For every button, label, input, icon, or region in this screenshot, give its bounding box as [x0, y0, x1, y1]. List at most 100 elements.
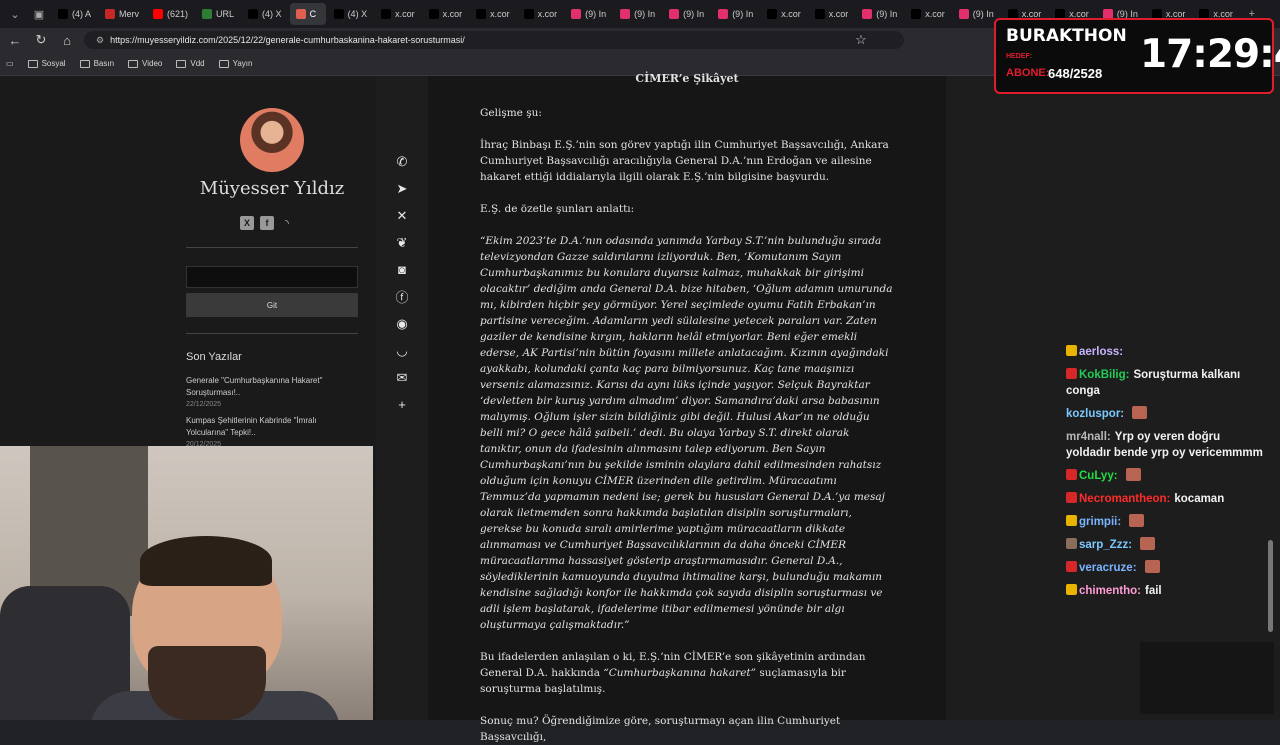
chat-emote-icon: [1140, 537, 1156, 550]
more-icon[interactable]: +: [390, 391, 414, 418]
tab-label: (9) In: [634, 9, 656, 19]
browser-tab[interactable]: x.cor: [375, 3, 421, 25]
facebook-icon[interactable]: f: [260, 216, 274, 230]
chat-emote-icon: [1125, 468, 1141, 481]
bookmark-vdd[interactable]: Vdd: [176, 59, 205, 68]
tab-label: (9) In: [876, 9, 898, 19]
alert-widget: [1140, 642, 1274, 714]
chat-badge-icon: [1066, 538, 1077, 549]
tab-label: x.cor: [537, 9, 558, 19]
author-avatar[interactable]: [240, 108, 304, 172]
social-links: X f ◝: [240, 216, 294, 230]
browser-tab[interactable]: (4) A: [52, 3, 97, 25]
bookmark-basin[interactable]: Basın: [79, 59, 114, 68]
browser-tab[interactable]: (4) X: [242, 3, 288, 25]
tab-label: (9) In: [585, 9, 607, 19]
workspaces-icon[interactable]: ▣: [28, 3, 50, 25]
browser-tab[interactable]: (9) In: [565, 3, 612, 25]
bluesky-icon[interactable]: ❦: [390, 229, 414, 256]
mastodon-icon[interactable]: ◙: [390, 256, 414, 283]
chat-username[interactable]: sarp_Zzz:: [1079, 539, 1132, 551]
search-button[interactable]: Git: [186, 293, 358, 317]
chat-username[interactable]: mr4nall:: [1066, 431, 1111, 443]
browser-tab[interactable]: x.cor: [470, 3, 516, 25]
chat-username[interactable]: CuLyy:: [1079, 470, 1118, 482]
tab-label: (4) X: [347, 9, 368, 19]
x-icon[interactable]: ✕: [390, 202, 414, 229]
favorite-star-icon[interactable]: ☆: [852, 32, 870, 48]
g-icon: [202, 9, 213, 19]
reload-button[interactable]: ↻: [32, 32, 50, 48]
x-icon: [333, 9, 344, 19]
bookmark-yayin[interactable]: Yayın: [218, 59, 252, 68]
browser-tab[interactable]: x.cor: [905, 3, 951, 25]
rss-icon[interactable]: ◝: [280, 216, 294, 230]
email-icon[interactable]: ✉: [390, 364, 414, 391]
chat-message: sarp_Zzz:: [1066, 537, 1266, 553]
browser-tab[interactable]: x.cor: [809, 3, 855, 25]
chat-badge-icon: [1066, 368, 1077, 379]
back-button[interactable]: ←: [6, 33, 24, 48]
browser-tab[interactable]: (9) In: [614, 3, 661, 25]
browser-tab[interactable]: (9) In: [856, 3, 903, 25]
chat-username[interactable]: aerloss:: [1079, 346, 1123, 358]
reddit-icon[interactable]: ◉: [390, 310, 414, 337]
recent-post-title[interactable]: Generale "Cumhurbaşkanına Hakaret" Soruş…: [186, 375, 358, 399]
bookmark-sosyal[interactable]: Sosyal: [27, 59, 66, 68]
tab-label: (9) In: [683, 9, 705, 19]
tab-label: x.cor: [828, 9, 849, 19]
chat-message: grimpii:: [1066, 514, 1266, 530]
browser-tab[interactable]: (621): [147, 3, 194, 25]
browser-tab[interactable]: (9) In: [953, 3, 1000, 25]
whatsapp-icon[interactable]: ✆: [390, 148, 414, 175]
browser-tab[interactable]: Merv: [99, 3, 145, 25]
browser-tab[interactable]: x.cor: [423, 3, 469, 25]
home-button[interactable]: ⌂: [58, 33, 76, 48]
chat-username[interactable]: kozluspor:: [1066, 408, 1124, 420]
tab-label: (4) X: [262, 9, 282, 19]
recent-posts-title: Son Yazılar: [186, 351, 242, 363]
browser-tab[interactable]: (4) X: [328, 3, 374, 25]
chat-username[interactable]: chimentho:: [1079, 585, 1141, 597]
x-icon[interactable]: X: [240, 216, 254, 230]
bookmarks-menu-icon[interactable]: ▭: [6, 59, 14, 68]
chat-username[interactable]: veracruze:: [1079, 562, 1137, 574]
folder-icon: [128, 59, 139, 68]
scrollbar[interactable]: [1268, 540, 1273, 632]
m-icon: [105, 9, 116, 19]
url-field[interactable]: ⚙ https://muyesseryildiz.com/2025/12/22/…: [84, 31, 904, 49]
browser-tab[interactable]: URL: [196, 3, 240, 25]
browser-tab[interactable]: (9) In: [712, 3, 759, 25]
search-input[interactable]: [186, 266, 358, 288]
browser-tab[interactable]: C: [289, 3, 326, 25]
pocket-icon[interactable]: ◡: [390, 337, 414, 364]
browser-tab[interactable]: x.cor: [761, 3, 807, 25]
instagram-icon: [862, 9, 873, 19]
chat-username[interactable]: KokBilig:: [1079, 369, 1129, 381]
author-name[interactable]: Müyesser Yıldız: [186, 178, 358, 199]
x-icon: [767, 9, 778, 19]
chat-message: mr4nall: Yrp oy veren doğru yoldadır bend…: [1066, 429, 1266, 461]
browser-tab[interactable]: (9) In: [663, 3, 710, 25]
site-info-icon[interactable]: ⚙: [96, 35, 104, 46]
facebook-icon[interactable]: ⓕ: [390, 283, 414, 310]
x-icon: [428, 9, 439, 19]
divider: [186, 333, 358, 334]
chat-username[interactable]: grimpii:: [1079, 516, 1121, 528]
instagram-icon: [571, 9, 582, 19]
recent-post-title[interactable]: Kumpas Şehitlerinin Kabrinde "İmralı Yol…: [186, 415, 358, 439]
browser-tab[interactable]: x.cor: [518, 3, 564, 25]
chat-emote-icon: [1132, 406, 1148, 419]
recent-post-item[interactable]: Generale "Cumhurbaşkanına Hakaret" Soruş…: [186, 375, 358, 411]
telegram-icon[interactable]: ➤: [390, 175, 414, 202]
streamer-beard: [148, 646, 266, 720]
bookmark-video[interactable]: Video: [128, 59, 162, 68]
chat-username[interactable]: Necromantheon:: [1079, 493, 1170, 505]
tab-list-button[interactable]: ⌄: [4, 3, 26, 25]
chat-emote-icon: [1144, 560, 1160, 573]
chat-emote-icon: [1129, 514, 1145, 527]
x-icon: [58, 9, 68, 19]
x-icon: [248, 9, 259, 19]
article-paragraph: Gelişme şu:: [480, 107, 542, 119]
tab-label: (9) In: [732, 9, 754, 19]
